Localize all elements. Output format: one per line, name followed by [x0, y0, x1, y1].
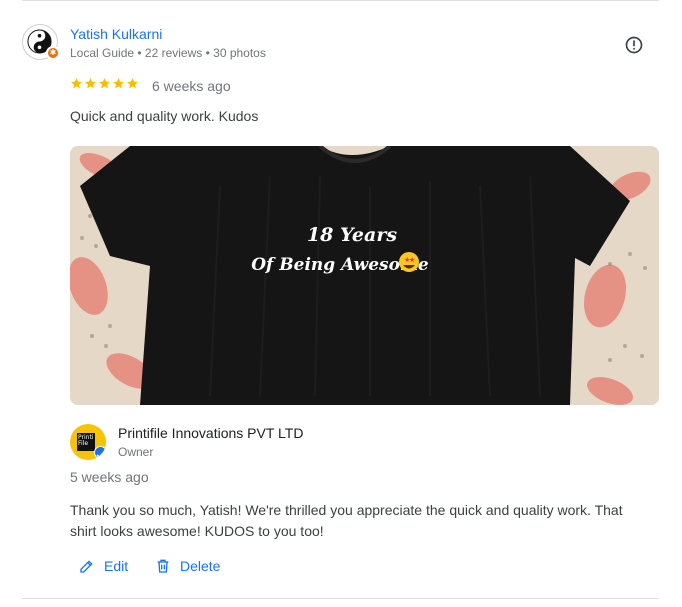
- top-divider: [22, 0, 659, 1]
- svg-text:★: ★: [409, 256, 415, 264]
- delete-button[interactable]: Delete: [155, 556, 220, 576]
- report-icon: [625, 36, 643, 54]
- review-date: 6 weeks ago: [152, 78, 231, 94]
- review-text: Quick and quality work. Kudos: [70, 108, 259, 124]
- reviewer-name[interactable]: Yatish Kulkarni: [70, 26, 162, 42]
- reply-date: 5 weeks ago: [70, 469, 149, 485]
- star-eyes-emoji-icon: ★ ★: [399, 252, 419, 272]
- owner-name: Printifile Innovations PVT LTD: [118, 425, 304, 441]
- star-icon: [71, 78, 82, 89]
- local-guide-badge-icon: ✱: [46, 46, 60, 60]
- edit-button[interactable]: Edit: [79, 556, 128, 576]
- owner-logo: Printi File: [70, 424, 106, 460]
- owner-role: Owner: [118, 445, 154, 459]
- star-icon: [85, 78, 96, 89]
- pencil-icon: [80, 560, 93, 573]
- star-rating: [70, 77, 139, 93]
- bottom-divider: [22, 598, 659, 599]
- report-button[interactable]: [622, 33, 646, 57]
- delete-label: Delete: [180, 558, 221, 574]
- star-icon: [113, 78, 124, 89]
- review-photo[interactable]: 18 Years Of Being Awesome ★ ★: [70, 146, 659, 405]
- trash-icon: [157, 559, 169, 573]
- reviewer-meta: Local Guide • 22 reviews • 30 photos: [70, 46, 266, 60]
- verified-check-icon: [94, 446, 106, 459]
- printifile-logo-mark: Printi File: [77, 433, 95, 451]
- reply-text: Thank you so much, Yatish! We're thrille…: [70, 502, 623, 539]
- star-icon: [99, 78, 110, 89]
- star-icon: [127, 78, 138, 89]
- shirt-text-line1: 18 Years: [307, 224, 397, 246]
- edit-label: Edit: [104, 558, 129, 574]
- reviewer-avatar[interactable]: ✱: [22, 24, 60, 60]
